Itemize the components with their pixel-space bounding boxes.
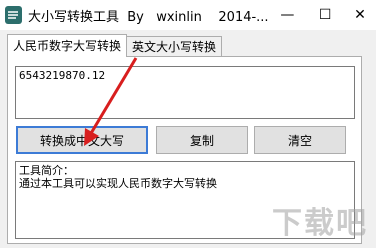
app-logo-glyph (8, 11, 19, 19)
copy-button[interactable]: 复制 (156, 126, 248, 154)
convert-button[interactable]: 转换成中文大写 (16, 126, 148, 154)
tab-english-case[interactable]: 英文大小写转换 (126, 36, 223, 57)
tab-rmb-uppercase[interactable]: 人民币数字大写转换 (7, 34, 128, 57)
maximize-button[interactable]: ☐ (306, 0, 344, 30)
number-input[interactable]: 6543219870.12 (15, 66, 355, 119)
tab-strip: 人民币数字大写转换 英文大小写转换 (7, 34, 223, 57)
watermark-logo: 下载吧 (238, 196, 368, 244)
title-bar: 大小写转换工具 By wxinlin 2014-... — ☐ ✕ (0, 0, 376, 30)
app-logo-icon (5, 6, 22, 24)
minimize-button[interactable]: — (269, 0, 307, 30)
watermark-text: 下载吧 (272, 206, 368, 241)
close-button[interactable]: ✕ (344, 0, 376, 30)
clear-button[interactable]: 清空 (254, 126, 346, 154)
window-title: 大小写转换工具 By wxinlin 2014-... (27, 9, 269, 25)
